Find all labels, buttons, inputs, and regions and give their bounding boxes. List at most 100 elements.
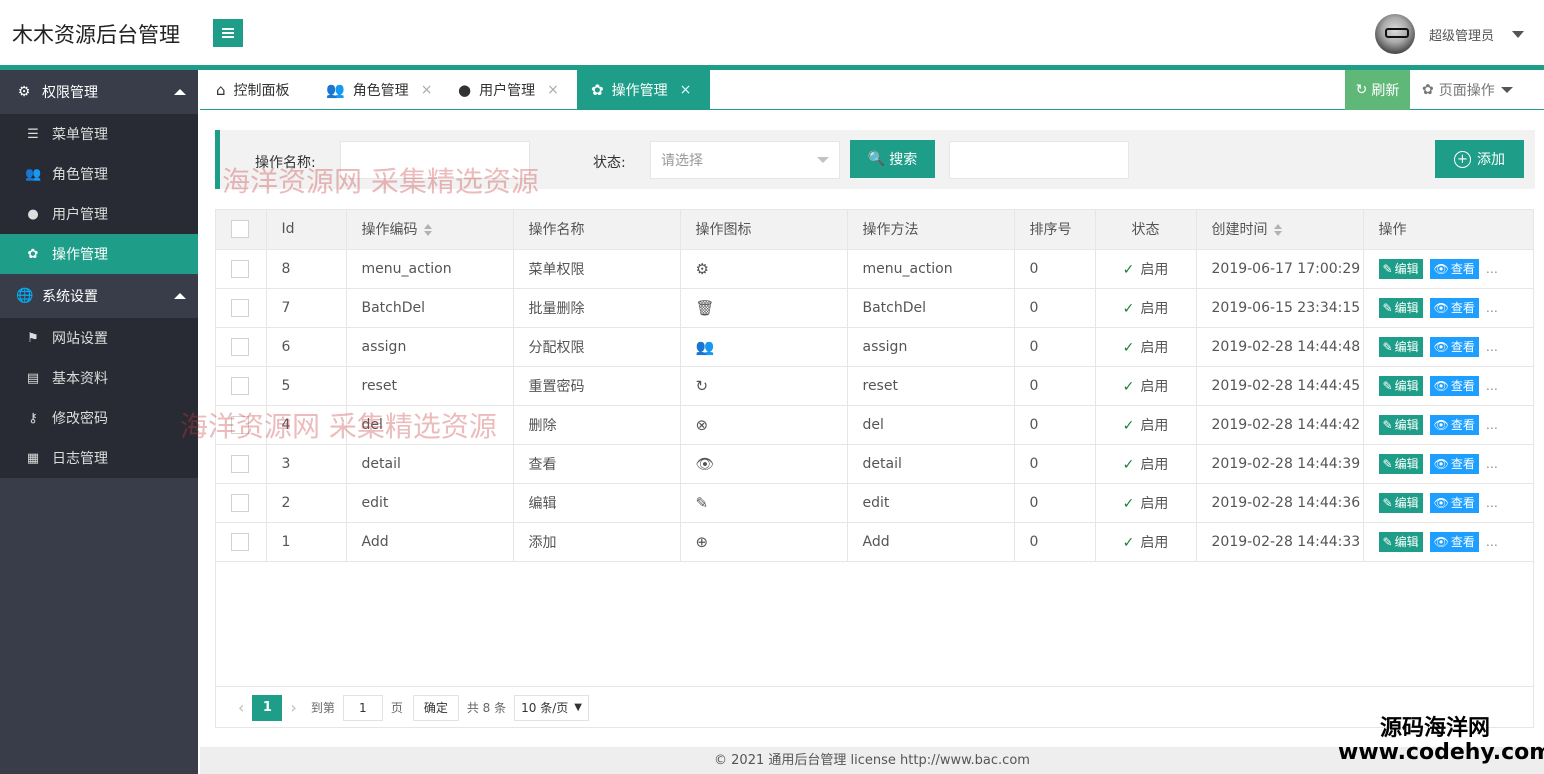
eye-icon: 👁: [1433, 456, 1449, 471]
more-icon[interactable]: …: [1486, 457, 1498, 471]
sidebar-item-user[interactable]: ● 用户管理: [0, 194, 198, 234]
view-button[interactable]: 👁 查看: [1429, 375, 1479, 396]
view-button[interactable]: 👁 查看: [1429, 297, 1479, 318]
sidebar-group-permission[interactable]: ⚙ 权限管理: [0, 70, 198, 114]
cell-status: ✓ 启用: [1095, 249, 1197, 289]
extra-input[interactable]: [949, 141, 1129, 179]
page-size-select[interactable]: 10 条/页 ▼: [514, 694, 589, 721]
edit-button[interactable]: ✎ 编辑: [1378, 336, 1423, 357]
more-icon[interactable]: …: [1486, 301, 1498, 315]
more-icon[interactable]: …: [1486, 379, 1498, 393]
sidebar-item-password[interactable]: ⚷ 修改密码: [0, 398, 198, 438]
view-label: 查看: [1450, 262, 1475, 276]
view-button[interactable]: 👁 查看: [1429, 492, 1479, 513]
tab-action[interactable]: ✿ 操作管理 ×: [577, 70, 710, 110]
close-icon[interactable]: ×: [680, 82, 692, 98]
header-created[interactable]: 创建时间: [1196, 210, 1364, 250]
goto-page-input[interactable]: 1: [342, 694, 383, 721]
tab-user[interactable]: ● 用户管理 ×: [458, 70, 559, 110]
page-ops-dropdown[interactable]: ✿ 页面操作: [1422, 70, 1513, 110]
calendar-icon: ▦: [26, 450, 40, 466]
row-checkbox[interactable]: [231, 493, 249, 512]
cell-created: 2019-02-28 14:44:36: [1196, 483, 1364, 523]
tab-dashboard[interactable]: ⌂ 控制面板: [216, 70, 290, 110]
more-icon[interactable]: …: [1486, 340, 1498, 354]
cell-name: 添加: [513, 522, 681, 562]
tab-role[interactable]: 👥 角色管理 ×: [326, 70, 432, 110]
status-text: 启用: [1140, 378, 1169, 395]
list-icon: ☰: [27, 126, 39, 142]
cell-status: ✓ 启用: [1095, 327, 1197, 367]
cell-sort: 0: [1014, 327, 1096, 367]
sort-icon[interactable]: [423, 224, 432, 237]
select-all-checkbox[interactable]: [231, 220, 249, 239]
row-checkbox[interactable]: [231, 259, 249, 278]
edit-button[interactable]: ✎ 编辑: [1378, 492, 1423, 513]
menu-toggle-button[interactable]: [213, 19, 243, 47]
check-icon: ✓: [1122, 378, 1135, 395]
edit-label: 编辑: [1394, 418, 1419, 432]
confirm-button[interactable]: 确定: [412, 694, 459, 721]
user-menu[interactable]: 超级管理员: [1374, 14, 1524, 54]
pagination: ‹ 1 › 到第 1 页 确定 共 8 条 10 条/页 ▼: [216, 686, 1533, 728]
cell-icon: 👁: [680, 444, 848, 484]
cell-name: 删除: [513, 405, 681, 445]
view-button[interactable]: 👁 查看: [1429, 336, 1479, 357]
close-icon[interactable]: ×: [421, 82, 433, 98]
cell-id: 3: [266, 444, 347, 484]
edit-button[interactable]: ✎ 编辑: [1378, 531, 1423, 552]
chevron-right-icon[interactable]: ›: [290, 698, 296, 717]
sidebar-item-profile[interactable]: ▤ 基本资料: [0, 358, 198, 398]
row-checkbox[interactable]: [231, 454, 249, 473]
view-label: 查看: [1450, 535, 1475, 549]
chevron-left-icon[interactable]: ‹: [238, 698, 244, 717]
row-checkbox[interactable]: [231, 376, 249, 395]
sidebar-item-menu[interactable]: ☰ 菜单管理: [0, 114, 198, 154]
check-icon: ✓: [1122, 261, 1135, 278]
row-checkbox[interactable]: [231, 298, 249, 317]
cell-ops: ✎ 编辑 👁 查看 …: [1363, 522, 1533, 562]
sidebar-item-log[interactable]: ▦ 日志管理: [0, 438, 198, 478]
header-code[interactable]: 操作编码: [346, 210, 514, 250]
cell-created: 2019-02-28 14:44:42: [1196, 405, 1364, 445]
refresh-button[interactable]: ↻ 刷新: [1345, 70, 1410, 110]
view-button[interactable]: 👁 查看: [1429, 258, 1479, 279]
cell-id: 5: [266, 366, 347, 406]
edit-button[interactable]: ✎ 编辑: [1378, 453, 1423, 474]
add-button[interactable]: + 添加: [1435, 140, 1524, 178]
row-checkbox[interactable]: [231, 337, 249, 356]
row-checkbox[interactable]: [231, 532, 249, 551]
status-select[interactable]: 请选择: [650, 141, 840, 179]
cell-method: detail: [847, 444, 1015, 484]
delete-circle-icon: ⊗: [695, 415, 709, 434]
edit-button[interactable]: ✎ 编辑: [1378, 297, 1423, 318]
page-size-value: 10 条/页: [521, 701, 569, 715]
edit-button[interactable]: ✎ 编辑: [1378, 375, 1423, 396]
more-icon[interactable]: …: [1486, 418, 1498, 432]
tab-label: 用户管理: [479, 83, 536, 99]
current-page[interactable]: 1: [252, 694, 283, 721]
header-label: 创建时间: [1211, 222, 1268, 239]
view-button[interactable]: 👁 查看: [1429, 414, 1479, 435]
trash-icon: 🗑: [695, 298, 715, 317]
cell-name: 菜单权限: [513, 249, 681, 289]
users-icon: 👥: [25, 166, 42, 182]
edit-button[interactable]: ✎ 编辑: [1378, 414, 1423, 435]
more-icon[interactable]: …: [1486, 262, 1498, 276]
view-button[interactable]: 👁 查看: [1429, 453, 1479, 474]
search-button[interactable]: 🔍 搜索: [850, 140, 935, 178]
sidebar-item-action[interactable]: ✿ 操作管理: [0, 234, 198, 274]
users-key-icon: 👥: [695, 337, 715, 356]
sidebar-group-system[interactable]: 🌐 系统设置: [0, 274, 198, 318]
sidebar-item-site[interactable]: ⚑ 网站设置: [0, 318, 198, 358]
avatar: [1374, 14, 1415, 54]
view-button[interactable]: 👁 查看: [1429, 531, 1479, 552]
cell-code: assign: [346, 327, 514, 367]
close-icon[interactable]: ×: [547, 82, 559, 98]
more-icon[interactable]: …: [1486, 496, 1498, 510]
more-icon[interactable]: …: [1486, 535, 1498, 549]
sidebar-item-role[interactable]: 👥 角色管理: [0, 154, 198, 194]
cell-created: 2019-06-17 17:00:29: [1196, 249, 1364, 289]
sort-icon[interactable]: [1273, 224, 1282, 237]
edit-button[interactable]: ✎ 编辑: [1378, 258, 1423, 279]
